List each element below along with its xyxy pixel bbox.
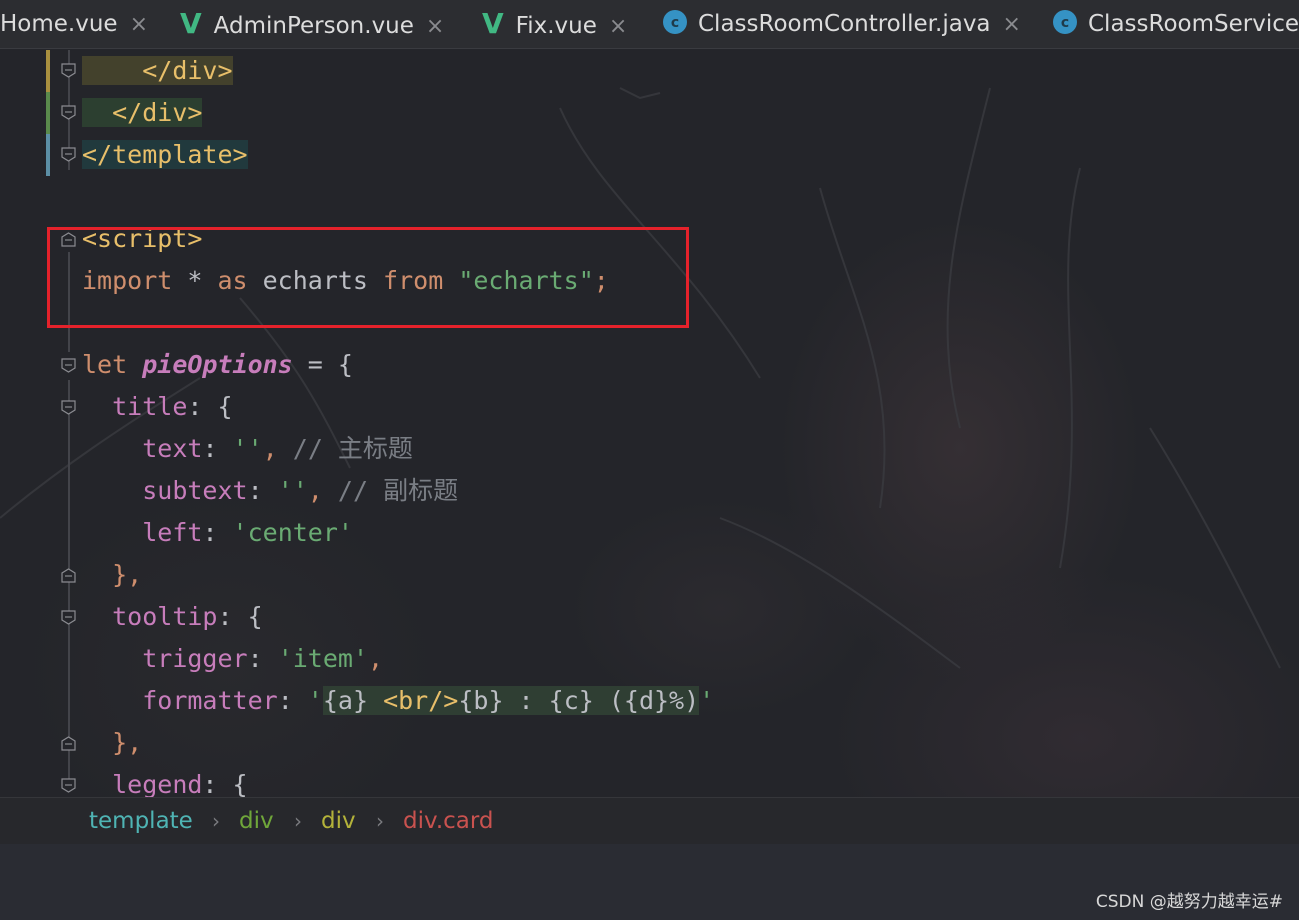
svg-text:c: c (1061, 15, 1069, 31)
fold-end-icon[interactable] (61, 105, 76, 120)
tab-fix-vue[interactable]: V Fix.vue × (482, 0, 627, 48)
vue-icon: V (180, 7, 202, 40)
code-text: : (202, 518, 233, 547)
close-icon[interactable]: × (1003, 12, 1021, 37)
string-literal: 'item' (277, 644, 368, 673)
property-key: trigger (142, 644, 248, 673)
code-line[interactable]: }, (82, 722, 142, 764)
template-placeholder: {a} (322, 686, 384, 715)
fold-end-icon[interactable] (61, 63, 76, 78)
code-line[interactable]: </div> (82, 92, 203, 134)
closing-div-tag: </div> (142, 56, 233, 85)
tab-label: Fix.vue (515, 13, 597, 39)
changed-line-marker (46, 50, 50, 92)
code-line[interactable]: subtext: '', // 副标题 (82, 470, 458, 512)
property-key: tooltip (112, 602, 218, 631)
code-text: : (277, 686, 308, 715)
code-text: }, (112, 560, 143, 589)
tab-home-vue[interactable]: Home.vue × (0, 0, 148, 48)
string-literal: '' (232, 434, 263, 463)
fold-end-icon[interactable] (61, 147, 76, 162)
string-quote: ' (699, 686, 715, 715)
closing-template-tag: </template> (82, 140, 248, 169)
code-line[interactable]: text: '', // 主标题 (82, 428, 413, 470)
fold-start-icon[interactable] (61, 400, 76, 415)
tab-classroomcontroller-java[interactable]: c ClassRoomController.java × (662, 0, 1021, 48)
fold-start-icon[interactable] (61, 778, 76, 793)
fold-end-icon[interactable] (61, 736, 76, 751)
keyword: let (82, 350, 128, 379)
code-text: = { (292, 350, 353, 379)
watermark-text: CSDN @越努力越幸运# (1095, 892, 1283, 912)
java-class-icon: c (1053, 9, 1077, 34)
code-text: }, (112, 728, 143, 757)
property-key: left (142, 518, 203, 547)
close-icon[interactable]: × (130, 12, 148, 37)
string-literal: 'center' (232, 518, 353, 547)
tab-classroomservice-java[interactable]: c ClassRoomService. (1052, 0, 1299, 48)
code-text: : (247, 644, 278, 673)
code-line[interactable]: formatter: '{a} <br/>{b} : {c} ({d}%)' (82, 680, 714, 722)
breadcrumb-separator: › (212, 809, 220, 833)
property-key: text (142, 434, 203, 463)
code-line[interactable]: let pieOptions = { (82, 344, 353, 386)
tab-label: Home.vue (0, 11, 118, 37)
close-icon[interactable]: × (426, 14, 444, 39)
fold-start-icon[interactable] (61, 358, 76, 373)
template-placeholder: {b} : {c} ({d}%) (458, 686, 700, 715)
code-line[interactable]: </div> (82, 50, 233, 92)
code-line[interactable]: }, (82, 554, 142, 596)
svg-text:c: c (671, 15, 679, 31)
code-text: : { (217, 602, 263, 631)
br-tag-in-string: <br/> (383, 686, 459, 715)
code-line[interactable]: title: { (82, 386, 233, 428)
code-text: , (368, 644, 384, 673)
code-line[interactable]: </template> (82, 134, 248, 176)
code-text: , (262, 434, 278, 463)
java-class-icon: c (663, 9, 687, 34)
highlight-box-annotation (47, 227, 689, 328)
code-line[interactable]: trigger: 'item', (82, 638, 383, 680)
modified-line-marker (46, 134, 50, 176)
variable-name: pieOptions (142, 350, 293, 379)
breadcrumb: template › div › div › div.card (0, 797, 1299, 844)
code-text: : { (202, 770, 248, 799)
breadcrumb-item-template[interactable]: template (89, 798, 193, 844)
fold-end-icon[interactable] (61, 568, 76, 583)
closing-div-tag: </div> (112, 98, 203, 127)
fold-guide (68, 380, 70, 790)
vue-icon: V (482, 7, 504, 40)
breadcrumb-separator: › (376, 809, 384, 833)
close-icon[interactable]: × (609, 14, 627, 39)
property-key: legend (112, 770, 203, 799)
fold-start-icon[interactable] (61, 610, 76, 625)
string-quote: ' (307, 686, 323, 715)
breadcrumb-separator: › (294, 809, 302, 833)
tab-label: ClassRoomService. (1088, 11, 1299, 37)
comment: // 主标题 (277, 434, 413, 463)
property-key: formatter (142, 686, 278, 715)
tab-label: ClassRoomController.java (698, 11, 991, 37)
breadcrumb-item-div-card[interactable]: div.card (403, 798, 494, 844)
string-literal: '' (277, 476, 308, 505)
added-line-marker (46, 92, 50, 134)
code-text: : (202, 434, 233, 463)
code-line[interactable]: tooltip: { (82, 596, 263, 638)
code-text: : { (187, 392, 233, 421)
tab-label: AdminPerson.vue (213, 13, 414, 39)
tab-adminperson-vue[interactable]: V AdminPerson.vue × (180, 0, 444, 48)
code-text: , (307, 476, 323, 505)
editor-tab-bar: Home.vue × V AdminPerson.vue × V Fix.vue × c … (0, 0, 1299, 49)
comment: // 副标题 (322, 476, 459, 505)
code-text: : (247, 476, 278, 505)
property-key: title (112, 392, 188, 421)
breadcrumb-item-div[interactable]: div (321, 798, 356, 844)
property-key: subtext (142, 476, 248, 505)
code-line[interactable]: left: 'center' (82, 512, 353, 554)
breadcrumb-item-div[interactable]: div (239, 798, 274, 844)
